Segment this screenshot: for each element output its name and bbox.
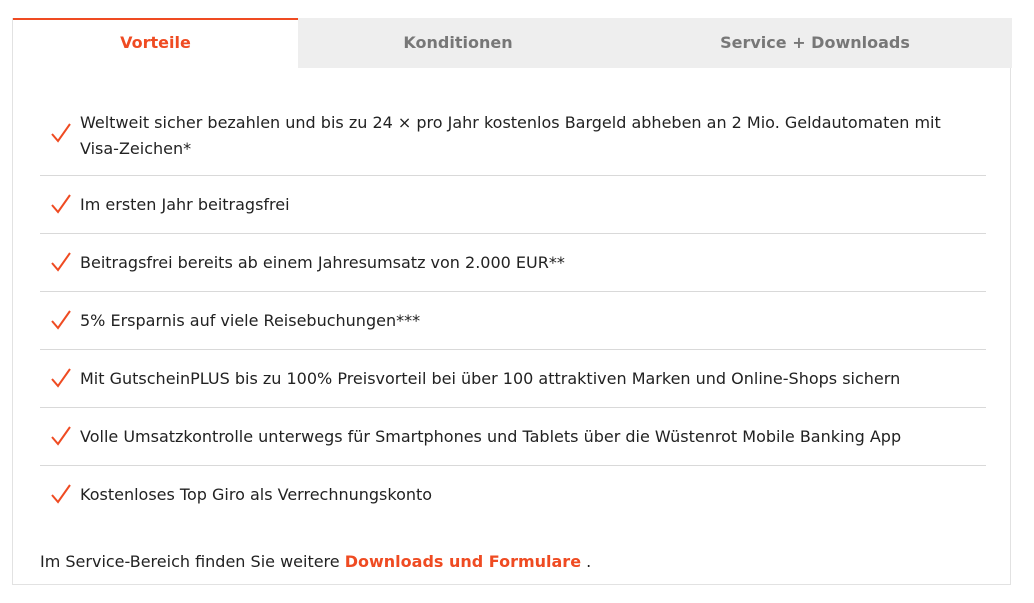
footer-prefix: Im Service-Bereich finden Sie weitere (40, 552, 345, 571)
list-item: Beitragsfrei bereits ab einem Jahresumsa… (40, 234, 986, 292)
tab-bar: Vorteile Konditionen Service + Downloads (13, 18, 1012, 68)
checkmark-icon (50, 122, 72, 144)
checkmark-icon (50, 193, 72, 215)
downloads-link[interactable]: Downloads und Formulare (345, 552, 581, 571)
tab-vorteile[interactable]: Vorteile (13, 18, 298, 68)
list-item: Im ersten Jahr beitragsfrei (40, 176, 986, 234)
product-tabs-panel: Vorteile Konditionen Service + Downloads… (12, 18, 1012, 585)
tab-konditionen[interactable]: Konditionen (298, 18, 618, 68)
list-item: Mit GutscheinPLUS bis zu 100% Preisvorte… (40, 350, 986, 408)
benefits-list: Weltweit sicher bezahlen und bis zu 24 ×… (40, 98, 986, 524)
benefit-text: Beitragsfrei bereits ab einem Jahresumsa… (80, 253, 565, 272)
list-item: Volle Umsatzkontrolle unterwegs für Smar… (40, 408, 986, 466)
list-item: Kostenloses Top Giro als Verrechnungskon… (40, 466, 986, 524)
benefit-text: Volle Umsatzkontrolle unterwegs für Smar… (80, 427, 902, 446)
list-item: 5% Ersparnis auf viele Reisebuchungen*** (40, 292, 986, 350)
checkmark-icon (50, 425, 72, 447)
footer-suffix: . (581, 552, 592, 571)
benefit-text: Weltweit sicher bezahlen und bis zu 24 ×… (80, 113, 941, 158)
checkmark-icon (50, 483, 72, 505)
checkmark-icon (50, 367, 72, 389)
benefit-text: 5% Ersparnis auf viele Reisebuchungen*** (80, 311, 421, 330)
benefit-text: Kostenloses Top Giro als Verrechnungskon… (80, 485, 433, 504)
service-footer-note: Im Service-Bereich finden Sie weitere Do… (40, 549, 591, 575)
list-item: Weltweit sicher bezahlen und bis zu 24 ×… (40, 98, 986, 176)
tab-service-downloads[interactable]: Service + Downloads (618, 18, 1012, 68)
checkmark-icon (50, 309, 72, 331)
benefit-text: Im ersten Jahr beitragsfrei (80, 195, 290, 214)
checkmark-icon (50, 251, 72, 273)
benefit-text: Mit GutscheinPLUS bis zu 100% Preisvorte… (80, 369, 901, 388)
